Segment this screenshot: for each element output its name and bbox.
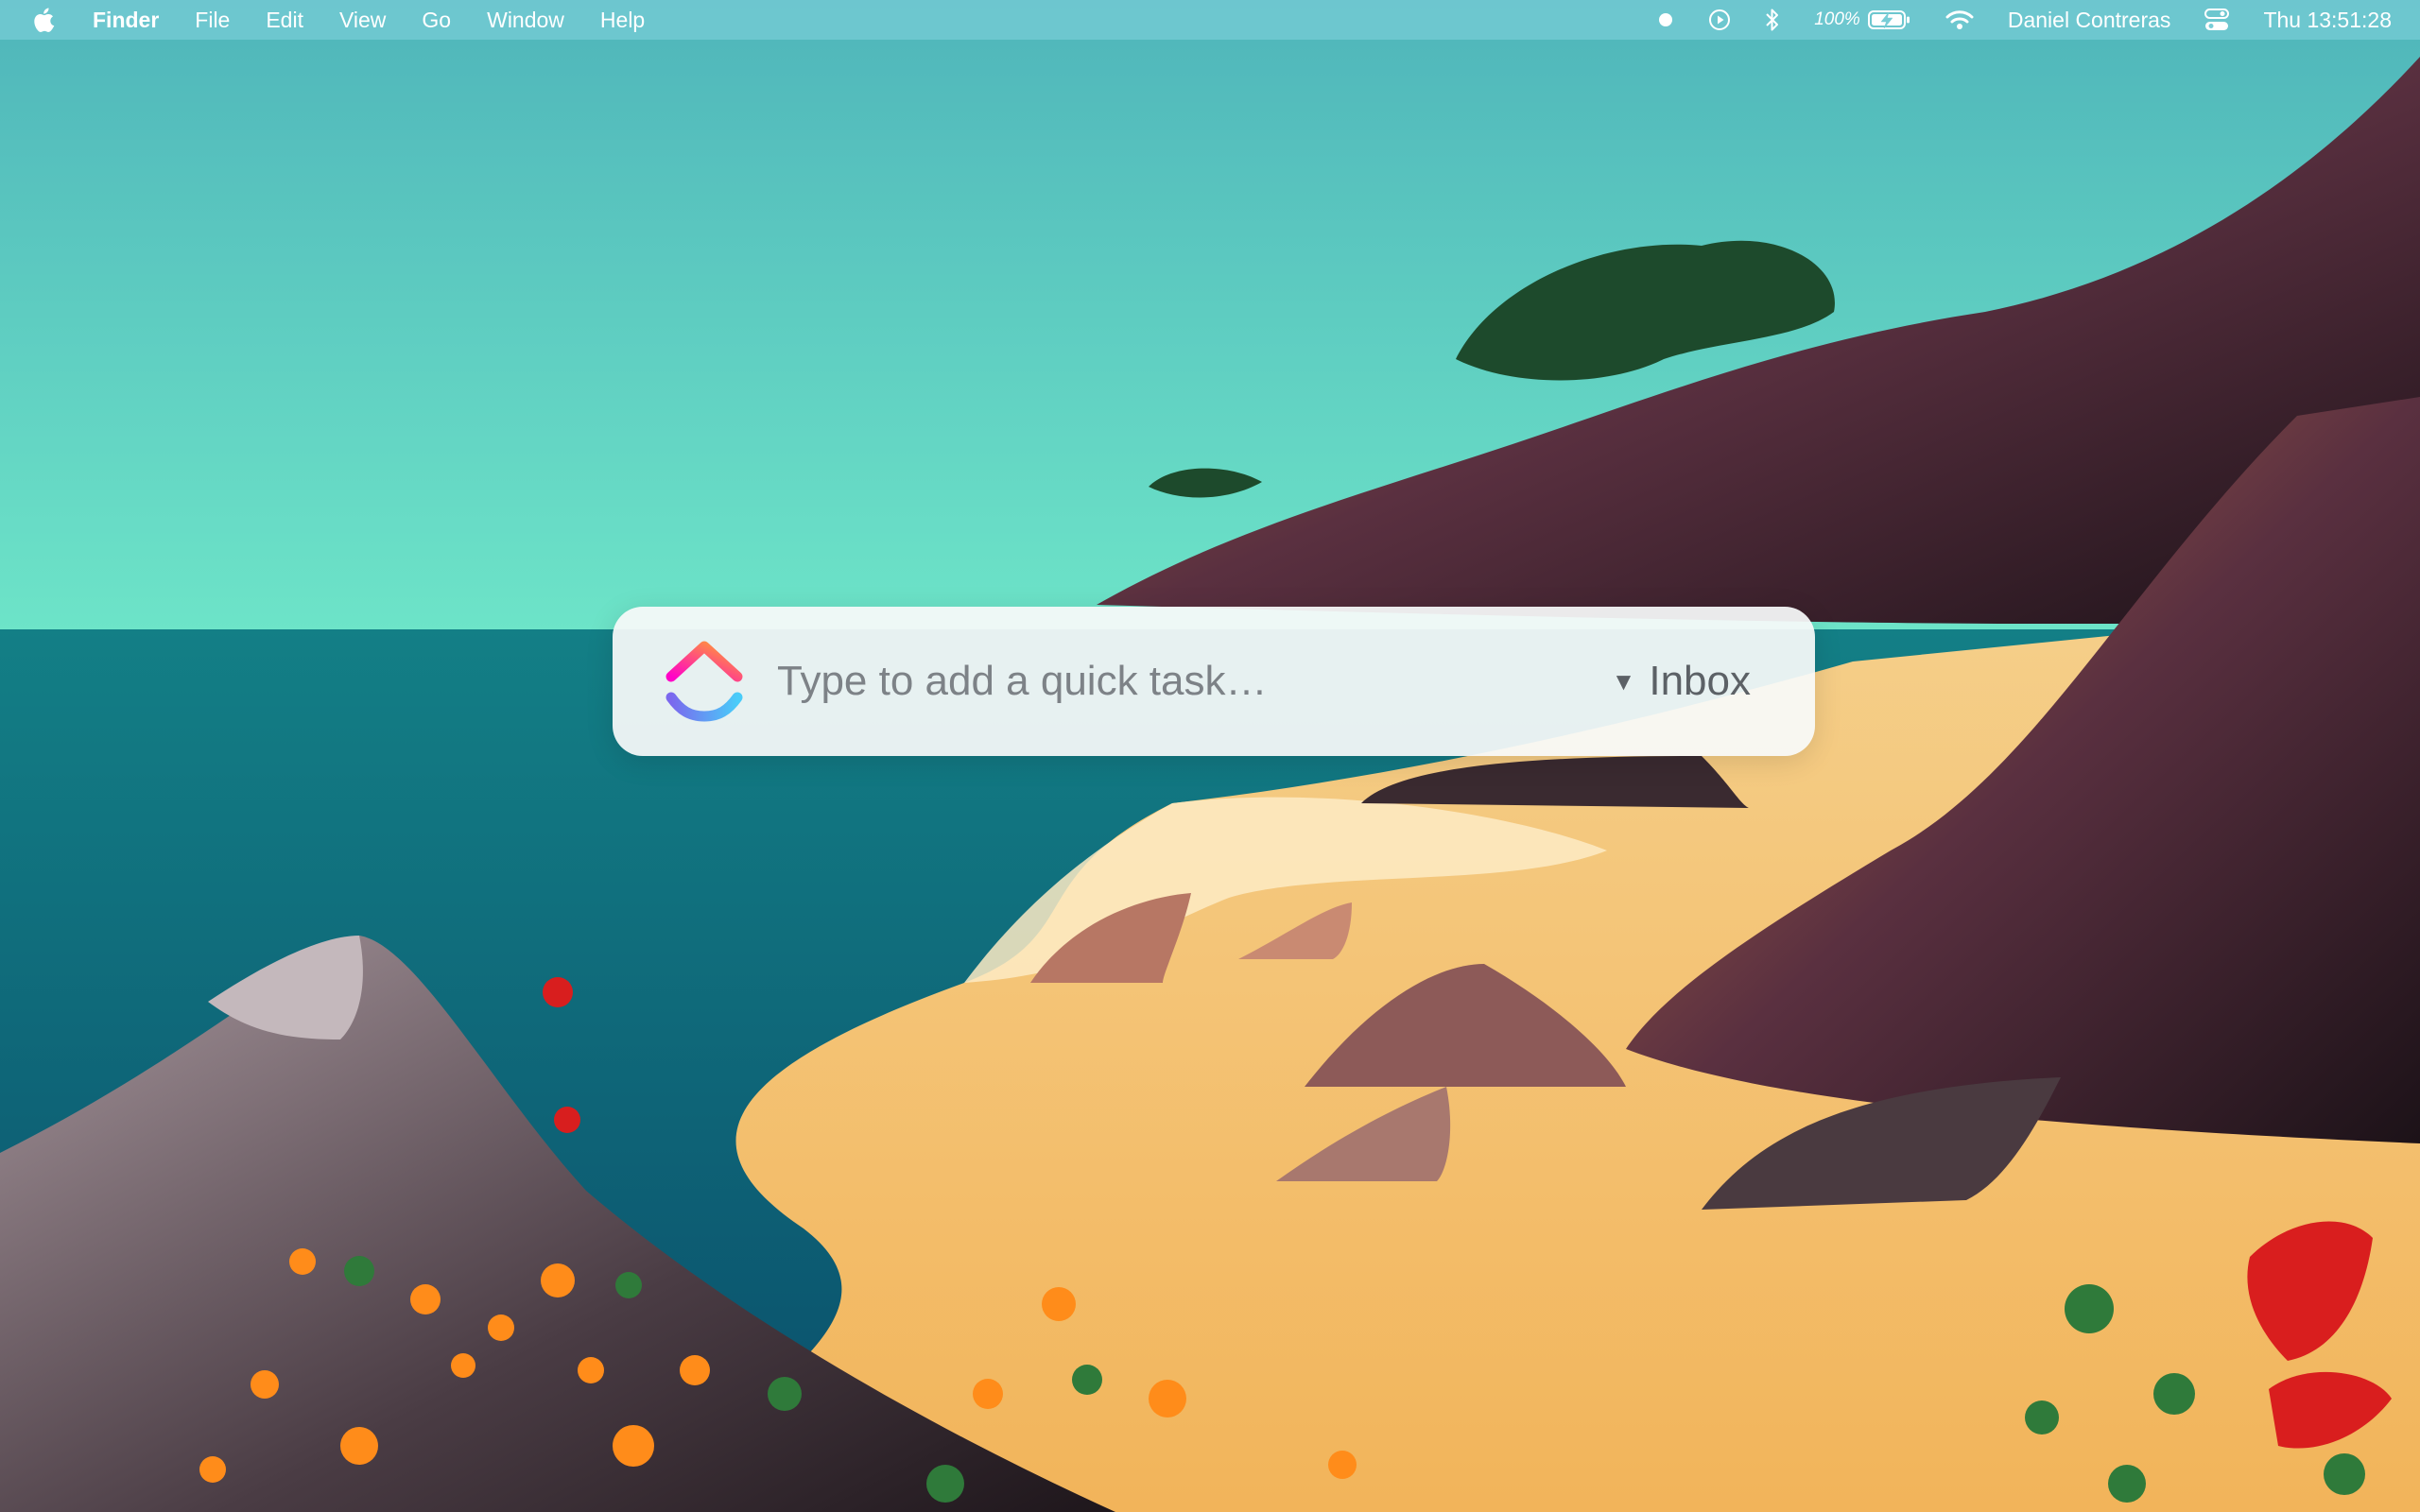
control-center-icon[interactable] [2204, 9, 2230, 31]
quick-task-bar: ▼ Inbox [613, 607, 1815, 756]
menu-edit[interactable]: Edit [266, 8, 303, 33]
recording-dot-icon[interactable] [1657, 11, 1674, 28]
triangle-down-icon: ▼ [1611, 666, 1636, 696]
wifi-icon[interactable] [1945, 9, 1974, 30]
apple-icon [34, 8, 55, 32]
inbox-destination-dropdown[interactable]: ▼ Inbox [1612, 658, 1751, 705]
menu-bar: Finder File Edit View Go Window Help 100… [0, 0, 2420, 40]
menu-view[interactable]: View [339, 8, 386, 33]
battery-charging-icon [1867, 10, 1910, 29]
apple-menu[interactable] [34, 8, 55, 32]
menu-file[interactable]: File [195, 8, 230, 33]
quick-task-input[interactable] [775, 647, 1612, 715]
menu-help[interactable]: Help [600, 8, 645, 33]
user-name-menu[interactable]: Daniel Contreras [2008, 8, 2171, 33]
desktop-wallpaper [0, 0, 2420, 1512]
destination-label: Inbox [1649, 658, 1751, 704]
menu-bar-left: Finder File Edit View Go Window Help [34, 0, 681, 40]
clickup-logo-icon [666, 641, 743, 722]
battery-status[interactable]: 100% [1814, 9, 1911, 30]
play-circle-icon[interactable] [1708, 9, 1731, 31]
menu-app-finder[interactable]: Finder [93, 8, 159, 33]
menu-bar-status: 100% Daniel Contreras Thu 13:51:28 [1623, 0, 2392, 40]
menu-go[interactable]: Go [422, 8, 451, 33]
bluetooth-icon[interactable] [1765, 8, 1780, 32]
battery-percentage: 100% [1814, 9, 1860, 29]
menu-window[interactable]: Window [487, 8, 564, 33]
menu-clock[interactable]: Thu 13:51:28 [2263, 8, 2392, 33]
